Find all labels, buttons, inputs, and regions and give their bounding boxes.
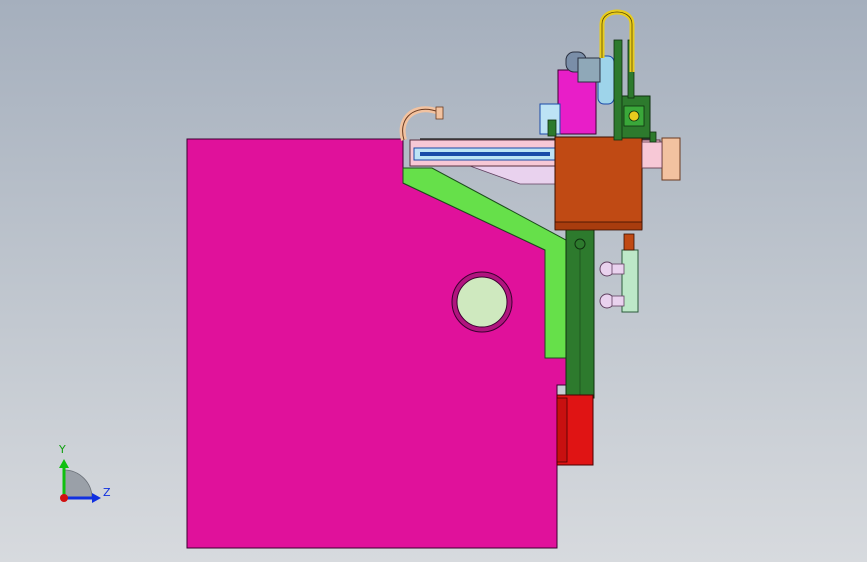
- sensor-connector-top: [623, 233, 635, 251]
- coordinate-triad: [59, 459, 101, 503]
- top-left-stub: [547, 119, 557, 137]
- x-axis-dot: [60, 494, 68, 502]
- top-right-stub: [649, 131, 657, 143]
- round-window: [456, 276, 508, 328]
- carriage-block: [554, 136, 643, 230]
- top-rail-blue-strip: [420, 152, 550, 156]
- left-cable-clamp: [435, 106, 444, 120]
- carriage-lower-lip: [554, 221, 643, 231]
- cad-graphics-viewport[interactable]: Y Z: [0, 0, 867, 562]
- machine-model[interactable]: [0, 0, 867, 562]
- pulley-hub: [577, 57, 601, 83]
- z-axis-label: Z: [103, 486, 111, 499]
- column-bolt: [574, 238, 586, 250]
- z-axis-head: [92, 493, 101, 503]
- left-cable-loop: [399, 106, 441, 141]
- main-body-panel: [186, 138, 567, 549]
- sensor-mount: [621, 249, 639, 313]
- upper-green-rod: [613, 39, 623, 141]
- right-spacer: [641, 141, 663, 169]
- y-axis-label: Y: [59, 443, 66, 456]
- gearbox-shaft: [628, 110, 640, 122]
- sensor-lower-body: [611, 295, 625, 307]
- right-end-cap: [661, 137, 681, 181]
- triad-quarter-disk: [63, 469, 93, 499]
- lavender-wedge: [469, 165, 556, 185]
- sensor-upper-body: [611, 263, 625, 275]
- y-axis-head: [59, 459, 69, 468]
- red-block-plate: [556, 397, 568, 463]
